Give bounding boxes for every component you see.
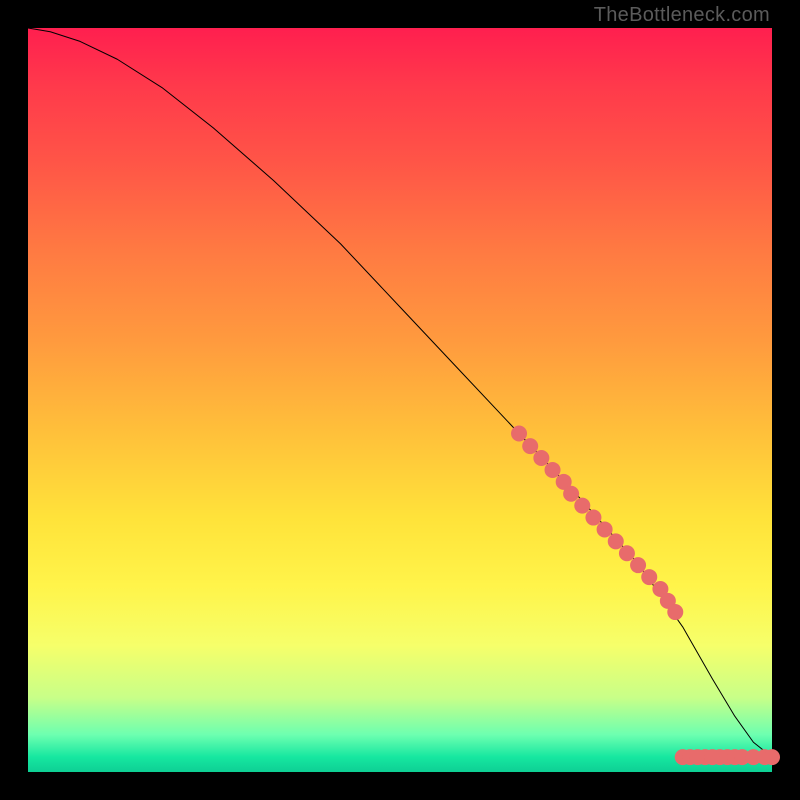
points-layer <box>511 425 780 765</box>
data-point <box>619 545 635 561</box>
data-point <box>585 510 601 526</box>
data-point <box>563 486 579 502</box>
data-point <box>545 462 561 478</box>
data-point <box>533 450 549 466</box>
data-point <box>597 521 613 537</box>
chart-svg <box>28 28 772 772</box>
data-point <box>641 569 657 585</box>
curve-layer <box>28 28 772 757</box>
data-point <box>764 749 780 765</box>
data-point <box>522 438 538 454</box>
data-point <box>511 425 527 441</box>
data-point <box>608 533 624 549</box>
plot-area <box>28 28 772 772</box>
data-point <box>667 604 683 620</box>
chart-frame <box>28 28 772 772</box>
data-point <box>630 557 646 573</box>
data-point <box>574 498 590 514</box>
watermark-text: TheBottleneck.com <box>594 4 770 27</box>
curve-path <box>28 28 772 757</box>
